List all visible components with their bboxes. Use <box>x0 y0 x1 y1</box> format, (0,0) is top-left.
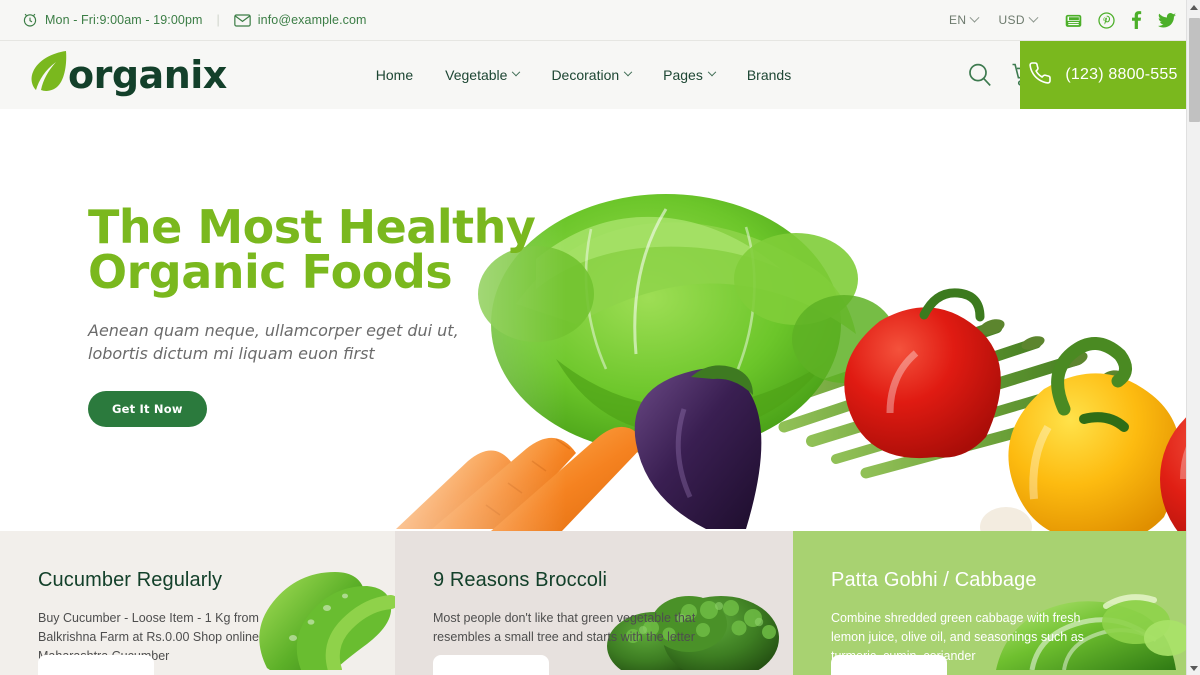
contact-email[interactable]: info@example.com <box>234 13 367 27</box>
phone-cta[interactable]: (123) 8800-555 <box>1020 41 1186 109</box>
language-selector[interactable]: EN <box>939 12 988 27</box>
topbar-separator: | <box>216 13 220 27</box>
clock-icon <box>22 12 38 28</box>
hero-section: The Most Healthy Organic Foods Aenean qu… <box>0 109 1200 531</box>
currency-selector[interactable]: USD <box>988 12 1047 27</box>
nav-item-decoration[interactable]: Decoration <box>535 67 647 83</box>
social-links <box>1065 11 1176 29</box>
promo-card-cucumber[interactable]: Cucumber Regularly Buy Cucumber - Loose … <box>0 531 395 675</box>
hero-copy: The Most Healthy Organic Foods Aenean qu… <box>88 204 536 427</box>
hero-subtitle-line1: Aenean quam neque, ullamcorper eget dui … <box>88 321 459 340</box>
nav-item-brands[interactable]: Brands <box>731 67 807 83</box>
card-action-button[interactable] <box>38 655 154 675</box>
phone-number: (123) 8800-555 <box>1065 66 1178 83</box>
nav-label: Brands <box>746 67 792 83</box>
page-root: Mon - Fri:9:00am - 19:00pm | info@exampl… <box>0 0 1200 675</box>
promo-card-broccoli[interactable]: 9 Reasons Broccoli Most people don't lik… <box>395 531 793 675</box>
business-hours: Mon - Fri:9:00am - 19:00pm <box>22 12 203 28</box>
scroll-up-arrow-icon[interactable] <box>1187 0 1200 14</box>
card-title: 9 Reasons Broccoli <box>433 569 608 591</box>
phone-icon <box>1028 61 1052 90</box>
main-navigation: Home Vegetable Decoration Pages Brands <box>360 67 807 83</box>
chevron-down-icon <box>623 67 633 77</box>
top-bar: Mon - Fri:9:00am - 19:00pm | info@exampl… <box>0 0 1200 41</box>
site-header: organix Home Vegetable Decoration Pages … <box>0 41 1200 109</box>
nav-label: Pages <box>663 67 703 83</box>
facebook-icon[interactable] <box>1131 11 1142 29</box>
top-bar-left: Mon - Fri:9:00am - 19:00pm | info@exampl… <box>22 12 367 28</box>
promo-card-cabbage[interactable]: Patta Gobhi / Cabbage Combine shredded g… <box>793 531 1186 675</box>
page-scrollbar[interactable] <box>1186 0 1200 675</box>
site-logo[interactable]: organix <box>22 48 227 103</box>
search-icon[interactable] <box>967 62 993 88</box>
twitter-icon[interactable] <box>1158 12 1176 28</box>
card-action-button[interactable] <box>831 655 947 675</box>
chevron-down-icon <box>707 67 717 77</box>
currency-value: USD <box>998 13 1025 27</box>
top-bar-right: EN USD <box>939 11 1186 29</box>
card-title: Patta Gobhi / Cabbage <box>831 569 1037 591</box>
nav-label: Decoration <box>551 67 620 83</box>
nav-label: Home <box>375 67 414 83</box>
logo-text: organix <box>68 53 227 97</box>
chevron-down-icon <box>970 12 980 23</box>
card-action-button[interactable] <box>433 655 549 675</box>
nav-item-pages[interactable]: Pages <box>647 67 731 83</box>
get-it-now-button[interactable]: Get It Now <box>88 391 207 427</box>
card-description: Most people don't like that green vegeta… <box>433 611 696 644</box>
language-value: EN <box>948 13 967 27</box>
scroll-down-arrow-icon[interactable] <box>1187 661 1200 675</box>
hero-subtitle-line2: lobortis dictum mi liquam euon first <box>88 344 375 363</box>
scrollbar-thumb[interactable] <box>1189 18 1200 122</box>
card-title: Cucumber Regularly <box>38 569 223 591</box>
chevron-down-icon <box>512 67 521 77</box>
nav-item-vegetable[interactable]: Vegetable <box>429 67 535 83</box>
youtube-icon[interactable] <box>1065 13 1082 28</box>
envelope-icon <box>234 13 251 27</box>
chevron-down-icon <box>1028 12 1039 23</box>
hero-title-line2: Organic Foods <box>88 245 453 299</box>
nav-label: Vegetable <box>445 67 508 83</box>
pinterest-icon[interactable] <box>1098 11 1115 29</box>
hero-subtitle: Aenean quam neque, ullamcorper eget dui … <box>88 319 535 365</box>
promo-cards: Cucumber Regularly Buy Cucumber - Loose … <box>0 531 1186 675</box>
leaf-icon <box>22 48 74 103</box>
business-hours-text: Mon - Fri:9:00am - 19:00pm <box>45 13 203 27</box>
nav-item-home[interactable]: Home <box>360 67 429 83</box>
hero-title: The Most Healthy Organic Foods <box>88 204 536 295</box>
contact-email-text: info@example.com <box>257 13 367 27</box>
